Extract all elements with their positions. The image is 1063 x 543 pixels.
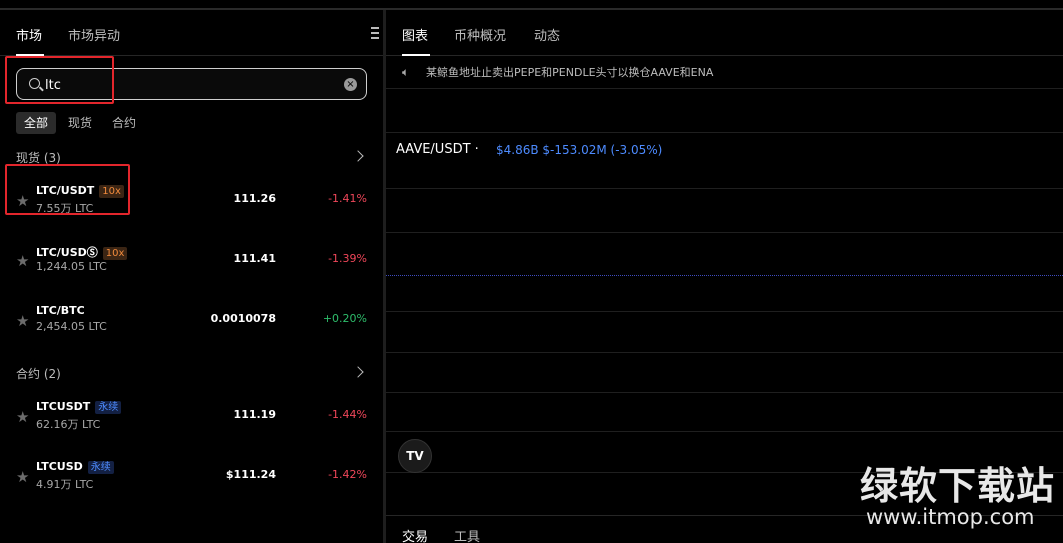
pair-price: 111.26 (233, 192, 276, 205)
grid-line (386, 232, 1063, 233)
market-panel: 市场 市场异动 × 全部 现货 合约 现货 (3) ★ LTC/USDT10x … (0, 10, 383, 543)
watermark: 绿软下载站 www.itmop.com (860, 455, 1060, 540)
pair-change: +0.20% (322, 312, 367, 325)
pair-symbol: LTCUSD 永续 (36, 460, 114, 474)
pair-volume: 1,244.05 LTC (36, 260, 107, 273)
grid-line (386, 188, 1063, 189)
star-icon[interactable]: ★ (16, 312, 29, 330)
watermark-url: www.itmop.com (866, 505, 1035, 529)
speaker-icon: 🔈︎ (402, 65, 410, 79)
pair-change: -1.44% (328, 408, 367, 421)
pair-symbol: LTCUSDT 永续 (36, 400, 122, 414)
chevron-right-icon[interactable] (352, 366, 364, 378)
pair-price: 0.0010078 (210, 312, 276, 325)
pair-price: 111.19 (233, 408, 276, 421)
perpetual-badge: 永续 (95, 401, 122, 414)
pair-symbol: LTC/BTC (36, 304, 85, 317)
chart-tabs: 图表 币种概况 动态 (386, 10, 1063, 56)
filter-spot[interactable]: 现货 (68, 112, 92, 134)
perpetual-badge: 永续 (87, 461, 114, 474)
tab-chart[interactable]: 图表 (402, 25, 428, 44)
chart-stats: $4.86B $-153.02M (-3.05%) (496, 143, 663, 157)
leverage-badge: 10x (102, 247, 128, 260)
tab-trade[interactable]: 交易 (402, 526, 428, 543)
annotation-highlight-row (5, 164, 130, 215)
pair-change: -1.42% (328, 468, 367, 481)
tab-activity[interactable]: 动态 (534, 25, 560, 44)
clear-icon[interactable]: × (344, 78, 357, 91)
market-row[interactable]: ★ LTCUSDT 永续 62.16万 LTC 111.19 -1.44% (0, 396, 383, 436)
news-ticker[interactable]: 🔈︎ 某鲸鱼地址止卖出PEPE和PENDLE头寸以换仓AAVE和ENA (402, 62, 1062, 88)
tab-market[interactable]: 市场 (16, 25, 42, 44)
pair-volume: 2,454.05 LTC (36, 320, 107, 333)
menu-icon[interactable] (371, 27, 379, 41)
market-row[interactable]: ★ LTC/USDⓈ 10x 1,244.05 LTC 111.41 -1.39% (0, 240, 383, 280)
pair-change: -1.39% (328, 252, 367, 265)
pair-symbol: LTC/USDⓈ 10x (36, 244, 128, 260)
chevron-right-icon[interactable] (352, 150, 364, 162)
market-tabs: 市场 市场异动 (0, 10, 383, 56)
pair-volume: 4.91万 LTC (36, 478, 94, 491)
chart-symbol: AAVE/USDT · (396, 142, 479, 157)
tab-market-movers[interactable]: 市场异动 (68, 25, 120, 44)
filter-all[interactable]: 全部 (16, 112, 57, 134)
grid-line (386, 352, 1063, 353)
grid-line (386, 132, 1063, 133)
news-text: 某鲸鱼地址止卖出PEPE和PENDLE头寸以换仓AAVE和ENA (426, 66, 714, 79)
grid-line (386, 392, 1063, 393)
pair-price: $111.24 (225, 468, 276, 481)
price-chart[interactable]: AAVE/USDT · $4.86B $-153.02M (-3.05%) TV (386, 88, 1063, 515)
market-row[interactable]: ★ LTCUSD 永续 4.91万 LTC $111.24 -1.42% (0, 456, 383, 496)
price-line (386, 275, 1063, 276)
grid-line (386, 88, 1063, 89)
grid-line (386, 431, 1063, 432)
grid-line (386, 311, 1063, 312)
watermark-cn: 绿软下载站 (860, 464, 1056, 508)
filter-futures[interactable]: 合约 (112, 112, 136, 134)
futures-section-label: 合约 (2) (16, 367, 61, 381)
market-row[interactable]: ★ LTC/BTC 2,454.05 LTC 0.0010078 +0.20% (0, 300, 383, 340)
tradingview-logo-icon[interactable]: TV (398, 439, 432, 473)
star-icon[interactable]: ★ (16, 252, 29, 270)
star-icon[interactable]: ★ (16, 468, 29, 486)
star-icon[interactable]: ★ (16, 408, 29, 426)
tab-tools[interactable]: 工具 (454, 526, 480, 543)
active-tab-indicator (402, 54, 430, 56)
pair-change: -1.41% (328, 192, 367, 205)
pair-price: 111.41 (233, 252, 276, 265)
annotation-highlight-search (5, 56, 114, 104)
tab-coin-overview[interactable]: 币种概况 (454, 25, 506, 44)
pair-volume: 62.16万 LTC (36, 418, 101, 431)
